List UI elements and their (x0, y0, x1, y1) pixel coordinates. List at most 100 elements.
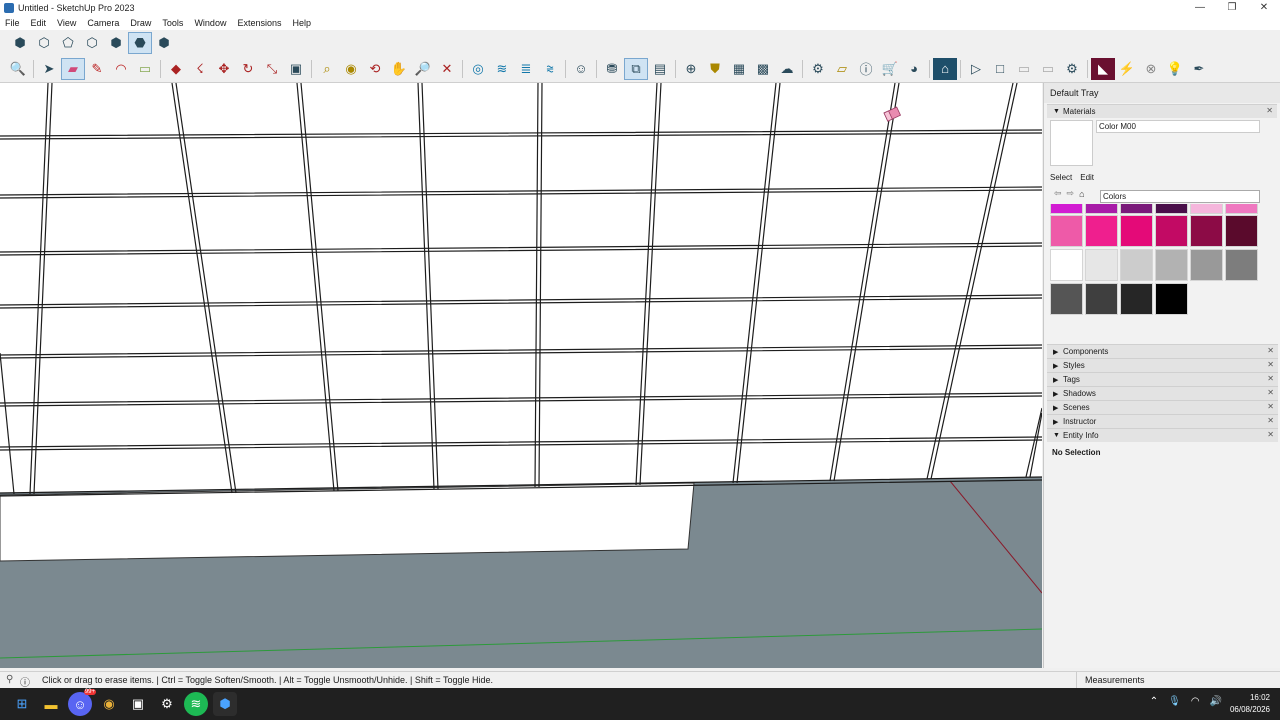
wifi-icon[interactable]: ◠ (1191, 696, 1200, 707)
color-swatch[interactable] (1225, 249, 1258, 281)
color-swatch[interactable] (1120, 204, 1153, 214)
camera-icon[interactable]: ▭ (1012, 58, 1036, 80)
extension-icon[interactable]: ◣ (1091, 57, 1115, 80)
add-location-icon[interactable]: ⊕ (679, 58, 703, 80)
forward-arrow-icon[interactable]: ⇨ (1067, 188, 1075, 199)
top-view-icon[interactable]: ⬡ (32, 32, 56, 54)
color-swatch[interactable] (1155, 283, 1188, 315)
arc-icon[interactable]: ◠ (109, 58, 133, 80)
rectangle-icon[interactable]: ▭ (133, 58, 157, 80)
menu-camera[interactable]: Camera (82, 18, 125, 28)
panel-entity-info[interactable]: ▼ Entity Info ✕ (1047, 428, 1278, 442)
eraser-icon[interactable]: ▰ (61, 57, 85, 80)
menu-edit[interactable]: Edit (26, 18, 53, 28)
cloud-icon[interactable]: ☁ (775, 58, 799, 80)
model-viewport[interactable] (0, 83, 1042, 668)
tab-select[interactable]: Select (1050, 173, 1072, 182)
rotate-icon[interactable]: ↻ (236, 58, 260, 80)
trimble-icon[interactable]: ⌂ (933, 57, 957, 80)
color-swatch[interactable] (1225, 215, 1258, 247)
zoom-extents-icon[interactable]: ✕ (435, 58, 459, 80)
account-icon[interactable]: ☺ (569, 58, 593, 80)
color-swatch[interactable] (1155, 215, 1188, 247)
color-swatch[interactable] (1050, 215, 1083, 247)
spotify-icon[interactable]: ≋ (184, 692, 208, 716)
close-icon[interactable]: ✕ (1267, 388, 1274, 397)
discord-icon[interactable]: ☺ 99+ (68, 689, 96, 716)
chevron-up-icon[interactable]: ⌃ (1150, 696, 1158, 707)
iso-view-icon[interactable]: ⬢ (8, 32, 32, 54)
geo-status-icon[interactable]: ⚲ (6, 674, 13, 685)
user-icon[interactable]: ◕ (902, 58, 926, 80)
volume-icon[interactable]: 🔊 (1210, 696, 1222, 707)
menu-file[interactable]: File (0, 18, 26, 28)
zoom-window-icon[interactable]: 🔎 (411, 58, 435, 80)
color-swatch[interactable] (1050, 204, 1083, 214)
zoom-icon[interactable]: 🔍 (6, 58, 30, 80)
color-swatch[interactable] (1120, 249, 1153, 281)
clock[interactable]: 16:02 06/08/2026 (1230, 692, 1270, 716)
menu-tools[interactable]: Tools (157, 18, 189, 28)
tape-measure-icon[interactable]: ⌕ (315, 58, 339, 80)
components-icon[interactable]: ⧉ (624, 57, 648, 80)
maximize-button[interactable]: ❐ (1216, 0, 1248, 15)
menu-help[interactable]: Help (287, 18, 317, 28)
back-view-icon[interactable]: ⬢ (104, 32, 128, 54)
info-status-icon[interactable]: ⓘ (20, 674, 30, 689)
steam-icon[interactable]: ⚙ (155, 692, 179, 716)
close-button[interactable]: ✕ (1248, 0, 1280, 15)
measurements-box[interactable]: Measurements (1076, 672, 1280, 688)
pencil-icon[interactable]: ✎ (85, 58, 109, 80)
color-swatch[interactable] (1225, 204, 1258, 214)
material-name-field[interactable]: Color M00 (1096, 120, 1260, 133)
microphone-icon[interactable]: 🎙 (1168, 696, 1181, 707)
panel-shadows[interactable]: ▶ Shadows ✕ (1047, 386, 1278, 400)
color-swatch[interactable] (1085, 215, 1118, 247)
panel-styles[interactable]: ▶ Styles ✕ (1047, 358, 1278, 372)
color-swatch[interactable] (1050, 283, 1083, 315)
stop-icon[interactable]: □ (988, 58, 1012, 80)
sketchup-taskbar-icon[interactable]: ⬢ (213, 692, 237, 716)
color-swatch[interactable] (1155, 204, 1188, 214)
close-icon[interactable]: ✕ (1267, 430, 1274, 439)
right-view-icon[interactable]: ⬡ (80, 32, 104, 54)
color-swatch[interactable] (1190, 215, 1223, 247)
orbit-icon[interactable]: ⟲ (363, 58, 387, 80)
front-view-icon[interactable]: ⬠ (56, 32, 80, 54)
color-swatch[interactable] (1085, 204, 1118, 214)
geo-icon[interactable]: ⛊ (703, 58, 727, 80)
close-circle-icon[interactable]: ⊗ (1139, 58, 1163, 80)
close-icon[interactable]: ✕ (1266, 106, 1273, 115)
move-icon[interactable]: ✥ (212, 58, 236, 80)
paint-bucket-icon[interactable]: ◉ (339, 58, 363, 80)
panel-instructor[interactable]: ▶ Instructor ✕ (1047, 414, 1278, 428)
app-icon[interactable]: ▣ (126, 692, 150, 716)
close-icon[interactable]: ✕ (1267, 346, 1274, 355)
left-view-icon[interactable]: ⬣ (128, 31, 152, 54)
bottom-view-icon[interactable]: ⬢ (152, 32, 176, 54)
chrome-icon[interactable]: ◉ (97, 692, 121, 716)
scenes-icon[interactable]: ▱ (830, 58, 854, 80)
lightning-icon[interactable]: ⚡ (1115, 58, 1139, 80)
offset-icon[interactable]: ▣ (284, 58, 308, 80)
color-swatch[interactable] (1190, 204, 1223, 214)
solid-tools-icon[interactable]: ⩬ (538, 58, 562, 80)
color-swatch[interactable] (1190, 249, 1223, 281)
gear-icon[interactable]: ⚙ (1060, 58, 1084, 80)
panel-scenes[interactable]: ▶ Scenes ✕ (1047, 400, 1278, 414)
menu-view[interactable]: View (52, 18, 82, 28)
color-swatch[interactable] (1120, 283, 1153, 315)
color-swatch[interactable] (1085, 283, 1118, 315)
pen-icon[interactable]: ✒ (1187, 58, 1211, 80)
panel-components[interactable]: ▶ Components ✕ (1047, 344, 1278, 358)
panel-tags[interactable]: ▶ Tags ✕ (1047, 372, 1278, 386)
follow-me-icon[interactable]: ☇ (188, 58, 212, 80)
back-arrow-icon[interactable]: ⇦ (1054, 188, 1062, 199)
menu-draw[interactable]: Draw (125, 18, 157, 28)
library-select[interactable]: Colors (1100, 190, 1260, 203)
cart-icon[interactable]: 🛒 (878, 58, 902, 80)
layout-icon[interactable]: ▦ (727, 58, 751, 80)
tags-icon[interactable]: ≣ (514, 58, 538, 80)
menu-window[interactable]: Window (189, 18, 232, 28)
bulb-icon[interactable]: 💡 (1163, 58, 1187, 80)
